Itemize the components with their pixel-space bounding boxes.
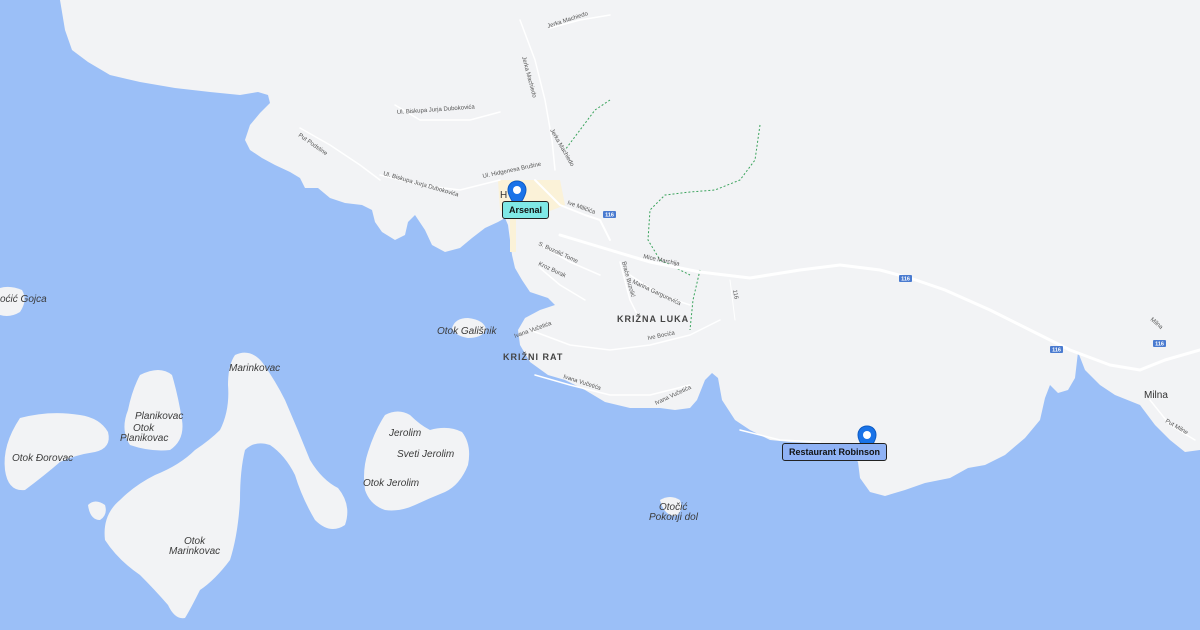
- island-label: Planikovac: [120, 433, 168, 444]
- island-label: Otok Đorovac: [12, 453, 73, 464]
- route-shield-4: 116: [1153, 340, 1166, 348]
- svg-text:116: 116: [1052, 348, 1061, 354]
- place-label-krizni-rat: KRIŽNI RAT: [503, 351, 563, 362]
- island-label: Planikovac: [135, 411, 183, 422]
- island-label: Jerolim: [388, 428, 421, 439]
- svg-text:116: 116: [605, 213, 614, 219]
- island-label: Pokonji dol: [649, 512, 699, 523]
- map-canvas[interactable]: 116 116 116 116 116 Ul. Biskupa Jurja Du…: [0, 0, 1200, 630]
- marker-label-restaurant-robinson[interactable]: Restaurant Robinson: [782, 443, 888, 461]
- island-label: Sveti Jerolim: [397, 449, 454, 460]
- place-label-milna: Milna: [1144, 390, 1168, 401]
- route-shield-1: 116: [603, 211, 616, 219]
- svg-text:116: 116: [1155, 342, 1164, 348]
- svg-text:116: 116: [901, 277, 910, 283]
- place-label-krizna-luka: KRIŽNA LUKA: [617, 313, 689, 324]
- island-label: Otok Gališnik: [437, 326, 497, 337]
- island-label: Marinkovac: [169, 546, 220, 557]
- route-shield-3: 116: [1050, 346, 1063, 354]
- island-label: Marinkovac: [229, 363, 280, 374]
- route-shield-2: 116: [899, 275, 912, 283]
- marker-label-arsenal[interactable]: Arsenal: [502, 201, 550, 219]
- island-label: Otok Jerolim: [363, 478, 419, 489]
- island-label: oćić Gojca: [0, 294, 47, 305]
